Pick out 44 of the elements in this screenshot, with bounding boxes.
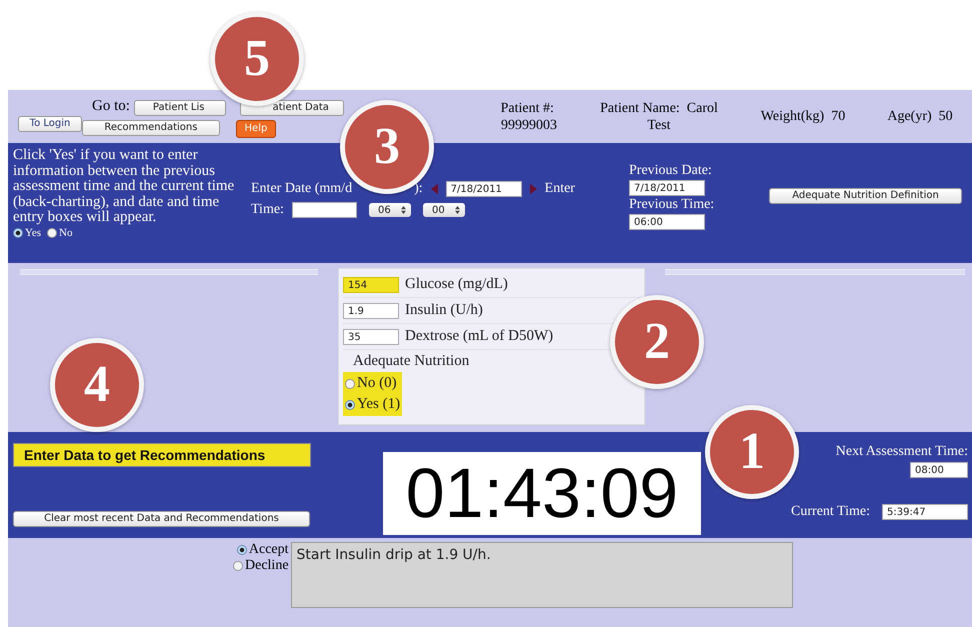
next-assessment-label: Next Assessment Time: [836,444,968,460]
previous-time-field: 06:00 [629,214,705,230]
instructions-text: Click 'Yes' if you want to enter information between the previous assessment time and the current time (back-charting), and date and time entry boxes will appear. [13,148,236,226]
date-field[interactable]: 7/18/2011 [446,181,522,197]
login-button[interactable]: To Login [18,116,82,132]
previous-arrow-icon[interactable] [430,183,438,195]
recommendation-text: Start Insulin drip at 1.9 U/h. [290,542,793,608]
radio-option[interactable]: No (0) [345,375,400,392]
radio-option[interactable]: Accept [236,542,289,558]
entry-label: Insulin (U/h) [405,302,483,319]
next-assessment-field: 08:00 [910,462,968,478]
previous-date-field: 7/18/2011 [629,180,705,196]
patient-info: Patient #: 99999003 [500,100,558,134]
hour-select[interactable]: 06 [368,203,411,217]
current-time-label: Current Time: [791,504,870,520]
status-banner: Enter Data to get Recommendations [13,443,311,467]
previous-time-label: Previous Time: [629,197,714,213]
nav-button[interactable]: Patient Lis [134,100,226,116]
radio-option[interactable]: Yes [13,226,42,238]
patient-info: Weight(kg) 70 [760,108,846,125]
radio-option[interactable]: No [47,226,72,238]
previous-date-label: Previous Date: [629,163,712,179]
patient-info: Patient Name: Carol Test [599,100,719,134]
nutrition-label: Adequate Nutrition [353,353,470,370]
radio-option[interactable]: Yes (1) [345,396,400,413]
radio-option[interactable]: Decline [233,558,289,574]
patient-info: Age(yr) 50 [886,108,954,125]
current-time-field: 5:39:47 [882,504,968,520]
clear-button[interactable]: Clear most recent Data and Recommendations [13,511,310,527]
time-label: Time: [251,202,284,218]
updown-arrows-icon [454,206,460,214]
minute-select[interactable]: 00 [422,203,465,217]
entry-label: Glucose (mg/dL) [405,276,508,293]
updown-arrows-icon [400,206,406,214]
time-field[interactable] [292,202,357,218]
nav-button[interactable]: Recommendations [82,120,220,136]
entry-field[interactable]: 1.9 [343,302,399,318]
next-arrow-icon[interactable] [530,183,537,195]
entry-label: Dextrose (mL of D50W) [405,328,554,345]
enter-label[interactable]: Enter [544,181,575,197]
entry-field[interactable]: 35 [343,328,399,344]
nutrition-definition-button[interactable]: Adequate Nutrition Definition [769,188,962,204]
entry-field[interactable]: 154 [343,276,399,292]
countdown-timer: 01:43:09 [383,452,701,535]
